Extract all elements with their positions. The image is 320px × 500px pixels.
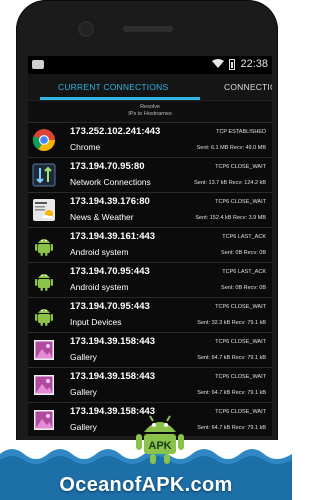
tab-bar: CURRENT CONNECTIONS CONNECTIO	[28, 74, 272, 101]
connection-row[interactable]: 173.194.39.161:443 Android system TCP6 LAS…	[28, 228, 272, 263]
connection-app-name: Gallery	[70, 352, 97, 362]
connection-state: TCP6 CLOSE_WAIT	[215, 304, 266, 310]
connection-state: TCP6 CLOSE_WAIT	[215, 374, 266, 380]
watermark-text: OceanofAPK.com	[59, 474, 233, 496]
notification-icon	[32, 60, 44, 69]
connection-app-name: News & Weather	[70, 212, 134, 222]
connection-address: 173.194.39.176:80	[70, 196, 150, 207]
tab-connections-log[interactable]: CONNECTIO	[224, 82, 272, 92]
chrome-icon	[32, 128, 56, 152]
connection-traffic: Sent: 152.4 kB Recv: 3.9 MB	[195, 215, 266, 221]
connection-row[interactable]: 173.194.70.95:443 Input Devices TCP6 CLOSE…	[28, 298, 272, 333]
connection-app-name: Chrome	[70, 142, 101, 152]
android-icon	[32, 303, 56, 327]
connection-address: 173.194.70.95:443	[70, 301, 150, 312]
connection-row[interactable]: 173.194.39.158:443 Gallery TCP6 CLOSE_WAIT…	[28, 368, 272, 403]
connection-app-name: Network Connections	[70, 177, 151, 187]
connection-traffic: Sent: 0B Recv: 0B	[221, 285, 266, 291]
connection-row[interactable]: 173.194.39.176:80 News & Weather TCP6 CLOS…	[28, 193, 272, 228]
tab-indicator	[40, 97, 200, 100]
connection-app-name: Gallery	[70, 387, 97, 397]
status-time: 22:38	[240, 58, 268, 70]
tab-current-connections[interactable]: CURRENT CONNECTIONS	[58, 82, 168, 92]
android-icon	[32, 233, 56, 257]
connection-traffic: Sent: 64.7 kB Recv: 79.1 kB	[197, 425, 266, 431]
connection-state: TCP6 CLOSE_WAIT	[215, 409, 266, 415]
status-bar: 22:38	[28, 56, 272, 74]
connection-address: 173.252.102.241:443	[70, 126, 161, 137]
phone-frame: 22:38 CURRENT CONNECTIONS CONNECTIO Reso…	[16, 0, 278, 476]
connection-state: TCP6 CLOSE_WAIT	[215, 164, 266, 170]
connection-app-name: Android system	[70, 247, 129, 257]
connection-address: 173.194.70.95:443	[70, 266, 150, 277]
connection-traffic: Sent: 64.7 kB Recv: 79.1 kB	[197, 390, 266, 396]
connection-app-name: Gallery	[70, 422, 97, 432]
battery-icon	[229, 58, 236, 70]
apk-logo-text: APK	[148, 440, 171, 452]
gallery-icon	[32, 373, 56, 397]
connection-address: 173.194.39.158:443	[70, 336, 156, 347]
app-screen: 22:38 CURRENT CONNECTIONS CONNECTIO Reso…	[28, 56, 272, 436]
connection-state: TCP6 CLOSE_WAIT	[215, 199, 266, 205]
resolve-sublabel: IPs to Hostnames	[128, 111, 172, 117]
android-icon	[32, 268, 56, 292]
android-apk-logo: APK	[136, 415, 184, 464]
network-connections-icon	[32, 163, 56, 187]
connection-traffic: Sent: 6.1 MB Recv: 49.0 MB	[196, 145, 266, 151]
wifi-icon	[212, 59, 225, 68]
connection-address: 173.194.39.158:443	[70, 371, 156, 382]
connection-row[interactable]: 173.194.70.95:443 Android system TCP6 LAST…	[28, 263, 272, 298]
connection-traffic: Sent: 64.7 kB Recv: 79.1 kB	[197, 355, 266, 361]
connection-address: 173.194.70.95:80	[70, 161, 145, 172]
front-camera	[80, 23, 92, 35]
connection-app-name: Android system	[70, 282, 129, 292]
connection-app-name: Input Devices	[70, 317, 122, 327]
earpiece-speaker	[123, 26, 173, 32]
gallery-icon	[32, 408, 56, 432]
status-icons: 22:38	[212, 58, 268, 70]
connection-row[interactable]: 173.194.39.158:443 Gallery TCP6 CLOSE_WAIT…	[28, 333, 272, 368]
connection-traffic: Sent: 0B Recv: 0B	[221, 250, 266, 256]
connection-address: 173.194.39.161:443	[70, 231, 156, 242]
resolve-label: Resolve	[140, 104, 160, 110]
connection-traffic: Sent: 32.3 kB Recv: 79.1 kB	[197, 320, 266, 326]
connection-traffic: Sent: 13.7 kB Recv: 124.2 kB	[194, 180, 266, 186]
resolve-hostnames-button[interactable]: Resolve IPs to Hostnames	[28, 101, 272, 123]
connection-list: 173.252.102.241:443 Chrome TCP ESTABLISHED…	[28, 123, 272, 436]
connection-state: TCP6 CLOSE_WAIT	[215, 339, 266, 345]
connection-row[interactable]: 173.252.102.241:443 Chrome TCP ESTABLISHED…	[28, 123, 272, 158]
news-weather-icon	[32, 198, 56, 222]
gallery-icon	[32, 338, 56, 362]
connection-state: TCP6 LAST_ACK	[222, 269, 266, 275]
connection-state: TCP6 LAST_ACK	[222, 234, 266, 240]
connection-state: TCP ESTABLISHED	[216, 129, 266, 135]
connection-row[interactable]: 173.194.70.95:80 Network Connections TCP6 …	[28, 158, 272, 193]
